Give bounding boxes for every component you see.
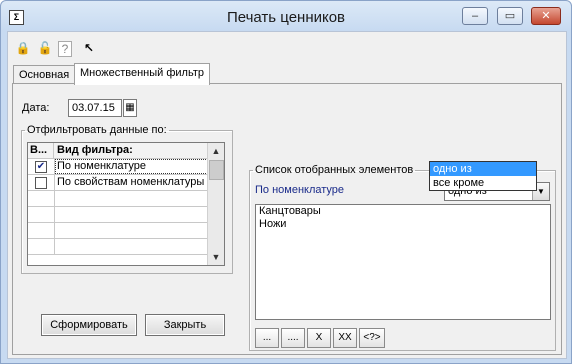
filter-type-label: По свойствам номенклатуры (57, 176, 205, 188)
tab-main[interactable]: Основная (13, 65, 76, 85)
row-checkbox[interactable]: ✔ (35, 161, 47, 173)
dropdown-option[interactable]: одно из (430, 162, 536, 176)
dropdown-option[interactable]: все кроме (430, 176, 536, 190)
lock-b-icon[interactable]: 🔓 (36, 39, 54, 57)
pointer-help-icon[interactable]: ↖ (80, 39, 98, 57)
select-button[interactable]: ... (255, 328, 279, 348)
calendar-icon[interactable]: ▦ (123, 99, 137, 117)
filter-name-label: По номенклатуре (255, 184, 345, 196)
scroll-down-icon[interactable]: ▼ (208, 249, 224, 265)
lock-a-icon[interactable]: 🔒 (14, 39, 32, 57)
column-header-filter-type[interactable]: Вид фильтра: (55, 143, 210, 158)
selected-group-legend: Список отобранных элементов (255, 164, 414, 176)
grid-header: В... Вид фильтра: (28, 143, 208, 159)
empty-cell (28, 239, 55, 254)
check-cell: ✔ (28, 159, 55, 174)
filter-grid: В... Вид фильтра: ✔ По номенклатуре По с… (27, 142, 225, 266)
scroll-thumb[interactable] (209, 160, 224, 180)
minimize-button[interactable]: – (462, 7, 488, 25)
row-checkbox[interactable] (35, 177, 47, 189)
multi-filter-panel: Дата: 03.07.15 ▦ Отфильтровать данные по… (12, 83, 562, 355)
delete-button[interactable]: X (307, 328, 331, 348)
condition-dropdown-list[interactable]: одно из все кроме (429, 161, 537, 191)
column-header-check[interactable]: В... (28, 143, 54, 158)
generate-button[interactable]: Сформировать (41, 314, 137, 336)
empty-row (28, 207, 208, 223)
list-item[interactable]: Ножи (256, 218, 550, 231)
main-window: Σ Печать ценников – ▭ ✕ 🔒 🔓 ? ↖ Основная… (0, 0, 572, 364)
filter-group-legend: Отфильтровать данные по: (27, 124, 167, 136)
empty-row (28, 191, 208, 207)
grid-scrollbar[interactable]: ▲ ▼ (207, 143, 224, 265)
table-row[interactable]: По свойствам номенклатуры (28, 175, 208, 191)
help-doc-icon[interactable]: ? (58, 41, 72, 57)
title-bar[interactable]: Σ Печать ценников – ▭ ✕ (1, 1, 571, 31)
close-button[interactable]: Закрыть (145, 314, 225, 336)
filter-type-label: По номенклатуре (55, 159, 210, 174)
date-field[interactable]: 03.07.15 (68, 99, 122, 117)
list-item[interactable]: Канцтовары (256, 205, 550, 218)
check-cell (28, 175, 55, 190)
date-label: Дата: (22, 102, 50, 114)
empty-row (28, 223, 208, 239)
close-window-button[interactable]: ✕ (531, 7, 561, 25)
maximize-button[interactable]: ▭ (497, 7, 523, 25)
empty-cell (28, 191, 55, 206)
empty-cell (28, 207, 55, 222)
table-row[interactable]: ✔ По номенклатуре (28, 159, 210, 175)
selected-items-group: Список отобранных элементов По номенклат… (249, 164, 556, 351)
empty-cell (28, 223, 55, 238)
client-area: 🔒 🔓 ? ↖ Основная Множественный фильтр Да… (7, 31, 567, 359)
tab-multi-filter[interactable]: Множественный фильтр (74, 63, 210, 85)
filter-group: Отфильтровать данные по: В... Вид фильтр… (21, 124, 233, 274)
delete-all-button[interactable]: XX (333, 328, 357, 348)
scroll-up-icon[interactable]: ▲ (208, 143, 224, 159)
selected-items-list[interactable]: Канцтовары Ножи (255, 204, 551, 320)
help-button[interactable]: <?> (359, 328, 385, 348)
empty-row (28, 239, 208, 255)
select-multiple-button[interactable]: .... (281, 328, 305, 348)
